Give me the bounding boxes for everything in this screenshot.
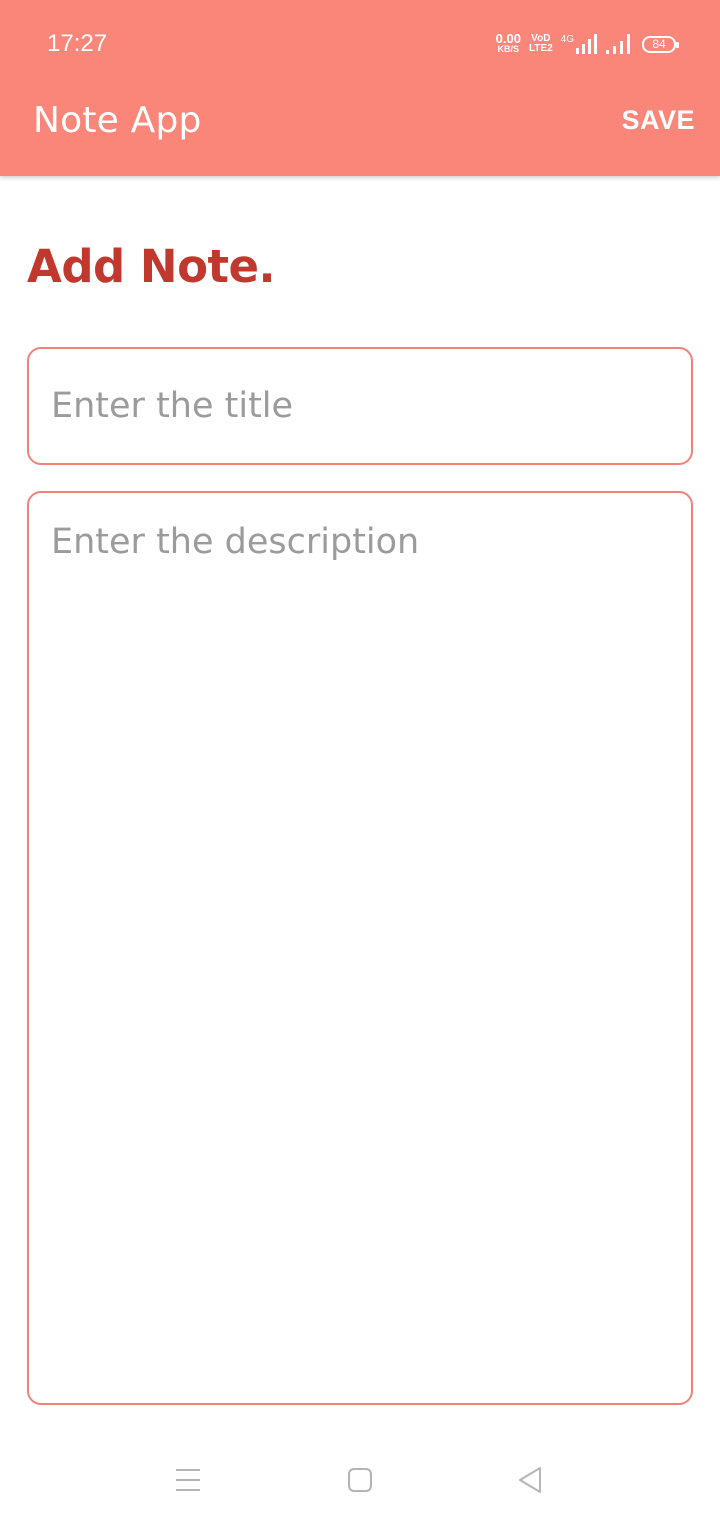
- volte-icon: VoD LTE2: [529, 34, 553, 54]
- back-button[interactable]: [510, 1460, 550, 1500]
- battery-icon: 84: [642, 35, 679, 53]
- description-field[interactable]: [27, 491, 693, 1405]
- navigation-bar: [0, 1430, 720, 1520]
- network-speed-value: 0.00: [495, 31, 521, 46]
- description-input[interactable]: [29, 493, 691, 1403]
- status-time: 17:27: [47, 30, 108, 57]
- signal-sim2-icon: [606, 34, 630, 54]
- back-triangle-icon: [519, 1467, 541, 1493]
- network-speed-unit: KB/S: [497, 44, 520, 54]
- app-title: Note App: [33, 100, 202, 141]
- save-button[interactable]: SAVE: [621, 105, 695, 136]
- status-icons: 0.00 KB/S VoD LTE2 4G 84: [495, 30, 679, 58]
- title-input[interactable]: [29, 349, 691, 463]
- app-bar: 17:27 0.00 KB/S VoD LTE2 4G 84 Note App …: [0, 0, 720, 176]
- signal-4g-icon: 4G: [561, 34, 598, 54]
- network-speed: 0.00 KB/S: [495, 31, 521, 54]
- recent-apps-button[interactable]: [168, 1460, 208, 1500]
- page-heading: Add Note.: [27, 240, 276, 293]
- menu-icon: [176, 1469, 200, 1491]
- home-button[interactable]: [340, 1460, 380, 1500]
- signal-bars-icon: [576, 34, 597, 54]
- title-field[interactable]: [27, 347, 693, 465]
- battery-level: 84: [652, 37, 666, 51]
- home-square-icon: [348, 1468, 372, 1492]
- network-type: 4G: [560, 34, 574, 45]
- volte-bottom: LTE2: [528, 43, 553, 54]
